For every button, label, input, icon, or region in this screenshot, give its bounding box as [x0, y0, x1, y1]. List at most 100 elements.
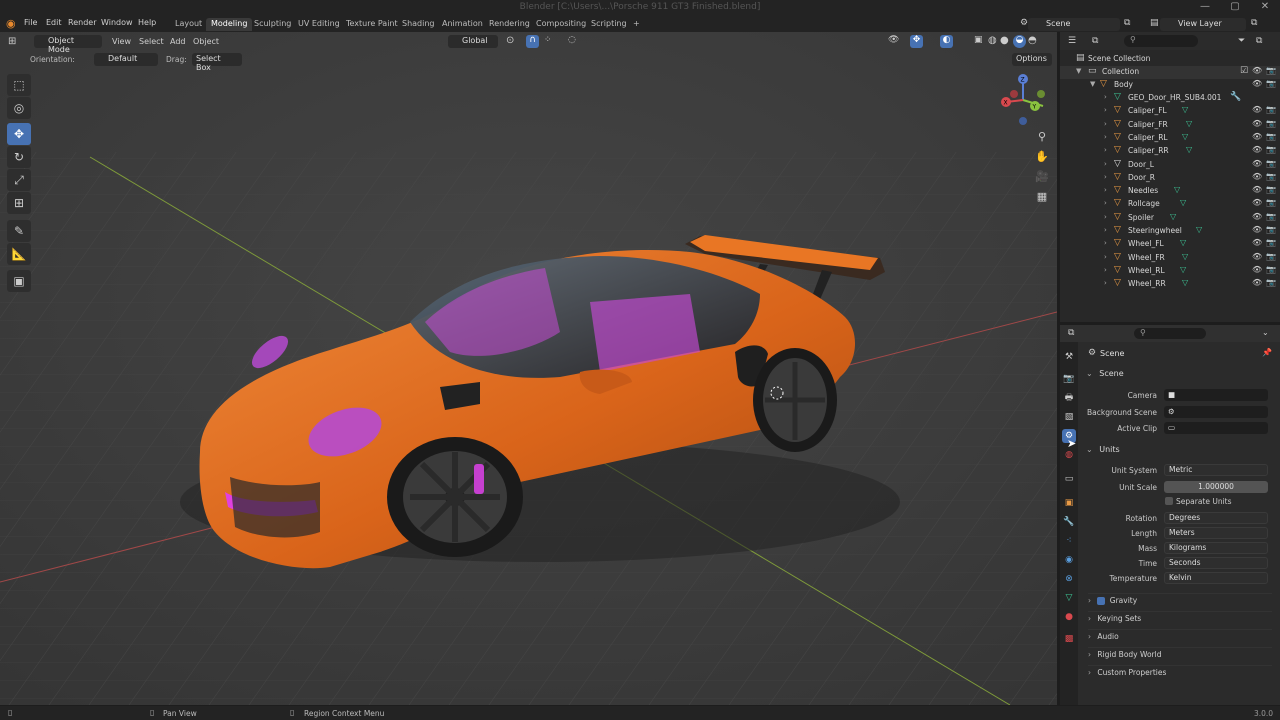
- render-camera-icon[interactable]: 📷: [1266, 212, 1276, 221]
- menu-object[interactable]: Object: [193, 37, 219, 46]
- particles-tab-icon[interactable]: ⁖: [1062, 534, 1076, 548]
- render-camera-icon[interactable]: 📷: [1266, 238, 1276, 247]
- tool-tab-icon[interactable]: ⚒: [1062, 350, 1076, 364]
- material-tab-icon[interactable]: ●: [1062, 610, 1076, 624]
- transform-orientation-dropdown[interactable]: Global: [448, 35, 498, 48]
- eye-icon[interactable]: 👁: [1252, 172, 1262, 181]
- expand-triangle-icon[interactable]: ›: [1104, 266, 1107, 274]
- custom-properties-panel[interactable]: › Custom Properties: [1088, 665, 1272, 679]
- expand-triangle-icon[interactable]: ›: [1104, 279, 1107, 287]
- unit-system-dropdown[interactable]: Metric: [1164, 464, 1268, 476]
- eye-icon[interactable]: 👁: [1252, 145, 1262, 154]
- move-tool[interactable]: ✥: [7, 123, 31, 145]
- outliner-search-input[interactable]: ⚲: [1124, 35, 1198, 47]
- outliner-scene-collection[interactable]: ▤ Scene Collection: [1060, 53, 1280, 66]
- solid-shading-icon[interactable]: ●: [1000, 35, 1009, 46]
- collection-tab-icon[interactable]: ▭: [1062, 472, 1076, 486]
- menu-render[interactable]: Render: [68, 18, 96, 27]
- gravity-checkbox[interactable]: [1097, 597, 1106, 605]
- add-workspace-button[interactable]: +: [628, 18, 645, 31]
- unit-scale-field[interactable]: 1.000000: [1164, 481, 1268, 493]
- render-camera-icon[interactable]: 📷: [1266, 252, 1276, 261]
- menu-file[interactable]: File: [24, 18, 37, 27]
- material-shading-icon[interactable]: ◒: [1013, 35, 1026, 48]
- tab-texture-paint[interactable]: Texture Paint: [341, 18, 403, 31]
- cursor-tool[interactable]: ◎: [7, 97, 31, 119]
- expand-triangle-icon[interactable]: ▼: [1076, 67, 1081, 75]
- tab-modeling[interactable]: Modeling: [206, 18, 253, 31]
- minimize-button[interactable]: —: [1190, 0, 1220, 14]
- audio-panel[interactable]: › Audio: [1088, 629, 1272, 643]
- render-camera-icon[interactable]: 📷: [1266, 159, 1276, 168]
- outliner-item[interactable]: › ▽ Caliper_RL ▽ 👁 📷: [1060, 132, 1280, 145]
- separate-units-checkbox[interactable]: [1165, 497, 1173, 505]
- outliner-item[interactable]: › ▽ Caliper_FR ▽ 👁 📷: [1060, 119, 1280, 132]
- select-box-tool[interactable]: ⬚: [7, 74, 31, 96]
- render-camera-icon[interactable]: 📷: [1266, 66, 1276, 75]
- expand-triangle-icon[interactable]: ›: [1104, 93, 1107, 101]
- outliner-item[interactable]: › ▽ Wheel_FL ▽ 👁 📷: [1060, 238, 1280, 251]
- close-button[interactable]: ✕: [1250, 0, 1280, 14]
- menu-view[interactable]: View: [112, 37, 131, 46]
- outliner-item[interactable]: › ▽ Caliper_FL ▽ 👁 📷: [1060, 105, 1280, 118]
- mode-dropdown[interactable]: Object Mode: [34, 35, 102, 54]
- measure-tool[interactable]: 📐: [7, 243, 31, 265]
- expand-triangle-icon[interactable]: ›: [1104, 173, 1107, 181]
- outliner-item[interactable]: › ▽ Caliper_RR ▽ 👁 📷: [1060, 145, 1280, 158]
- tab-rendering[interactable]: Rendering: [484, 18, 535, 31]
- outliner-item[interactable]: › ▽ Wheel_FR ▽ 👁 📷: [1060, 252, 1280, 265]
- render-camera-icon[interactable]: 📷: [1266, 105, 1276, 114]
- outliner-editor-icon[interactable]: ☰: [1068, 36, 1076, 46]
- eye-icon[interactable]: 👁: [1252, 66, 1262, 75]
- eye-icon[interactable]: 👁: [1252, 159, 1262, 168]
- render-camera-icon[interactable]: 📷: [1266, 278, 1276, 287]
- snap-icon[interactable]: ∩: [526, 35, 539, 48]
- blender-logo-icon[interactable]: ◉: [6, 17, 18, 30]
- scene-panel-header[interactable]: ⌄ Scene: [1086, 369, 1272, 383]
- tab-shading[interactable]: Shading: [397, 18, 440, 31]
- new-scene-icon[interactable]: ⧉: [1124, 18, 1130, 28]
- zoom-icon[interactable]: ⚲: [1033, 128, 1051, 146]
- render-camera-icon[interactable]: 📷: [1266, 132, 1276, 141]
- eye-icon[interactable]: 👁: [1252, 119, 1262, 128]
- object-tab-icon[interactable]: ▣: [1062, 496, 1076, 510]
- outliner-item[interactable]: › ▽ Spoiler ▽ 👁 📷: [1060, 212, 1280, 225]
- new-view-layer-icon[interactable]: ⧉: [1251, 18, 1257, 28]
- background-scene-field[interactable]: ⚙: [1164, 406, 1268, 418]
- add-cube-tool[interactable]: ▣: [7, 270, 31, 292]
- units-panel-header[interactable]: ⌄ Units: [1086, 445, 1272, 459]
- physics-tab-icon[interactable]: ◉: [1062, 553, 1076, 567]
- xray-icon[interactable]: ▣: [974, 35, 983, 45]
- rotation-dropdown[interactable]: Degrees: [1164, 512, 1268, 524]
- properties-search-input[interactable]: ⚲: [1134, 328, 1206, 339]
- ortho-grid-icon[interactable]: ▦: [1033, 188, 1051, 206]
- outliner-item[interactable]: › ▽ Rollcage ▽ 👁 📷: [1060, 198, 1280, 211]
- expand-triangle-icon[interactable]: ›: [1104, 253, 1107, 261]
- eye-icon[interactable]: 👁: [1252, 238, 1262, 247]
- filter-icon[interactable]: ⏷: [1238, 36, 1245, 46]
- outliner-item[interactable]: › ▽ Wheel_RR ▽ 👁 📷: [1060, 278, 1280, 291]
- tab-compositing[interactable]: Compositing: [531, 18, 591, 31]
- pan-hand-icon[interactable]: ✋: [1033, 148, 1051, 166]
- view-layer-selector[interactable]: View Layer: [1160, 18, 1246, 31]
- time-dropdown[interactable]: Seconds: [1164, 557, 1268, 569]
- outliner-item[interactable]: › ▽ Needles ▽ 👁 📷: [1060, 185, 1280, 198]
- camera-field[interactable]: ■: [1164, 389, 1268, 401]
- tab-uv-editing[interactable]: UV Editing: [293, 18, 345, 31]
- eye-icon[interactable]: 👁: [1252, 225, 1262, 234]
- properties-options-icon[interactable]: ⌄: [1262, 328, 1269, 337]
- expand-triangle-icon[interactable]: ›: [1104, 226, 1107, 234]
- texture-tab-icon[interactable]: ▩: [1062, 632, 1076, 646]
- modifier-tab-icon[interactable]: 🔧: [1062, 515, 1076, 529]
- world-tab-icon[interactable]: ◍: [1062, 448, 1076, 462]
- rotate-tool[interactable]: ↻: [7, 146, 31, 168]
- render-tab-icon[interactable]: 📷: [1062, 372, 1076, 386]
- menu-add[interactable]: Add: [170, 37, 186, 46]
- outliner-item[interactable]: › ▽ Door_L 👁 📷: [1060, 159, 1280, 172]
- orientation-dropdown[interactable]: Default: [94, 53, 158, 66]
- checkbox-icon[interactable]: ☑: [1240, 66, 1248, 76]
- render-camera-icon[interactable]: 📷: [1266, 225, 1276, 234]
- outliner-item[interactable]: › ▽ Wheel_RL ▽ 👁 📷: [1060, 265, 1280, 278]
- outliner-body[interactable]: ▼ ▽ Body 👁 📷: [1060, 79, 1280, 92]
- output-tab-icon[interactable]: 🖶: [1062, 391, 1076, 405]
